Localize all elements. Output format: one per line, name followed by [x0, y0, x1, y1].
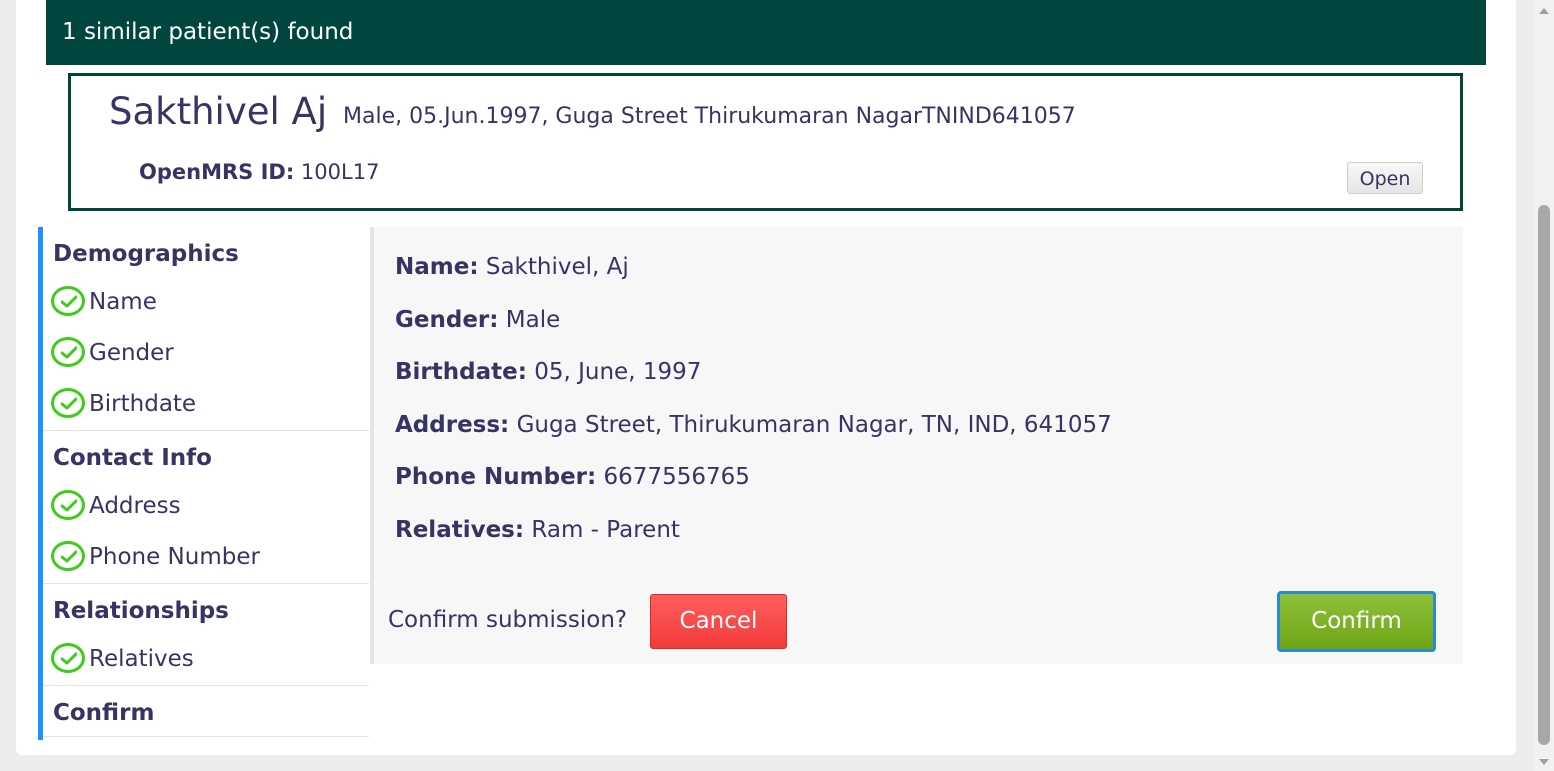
summary-relatives-value: Ram - Parent [531, 517, 680, 543]
sidebar-item-label: Phone Number [89, 544, 260, 570]
summary-birthdate: Birthdate: 05, June, 1997 [395, 359, 701, 385]
summary-gender: Gender: Male [395, 307, 560, 333]
open-patient-button[interactable]: Open [1347, 162, 1423, 194]
summary-address-value: Guga Street, Thirukumaran Nagar, TN, IND… [516, 412, 1112, 438]
scroll-up-arrow-icon[interactable] [1539, 8, 1549, 14]
summary-phone-label: Phone Number: [395, 464, 597, 490]
check-circle-icon [51, 489, 85, 520]
section-title-contact-info[interactable]: Contact Info [43, 431, 369, 481]
summary-address: Address: Guga Street, Thirukumaran Nagar… [395, 412, 1112, 438]
similar-patients-banner: 1 similar patient(s) found [46, 0, 1486, 65]
sidebar-item-label: Gender [89, 340, 174, 366]
section-title-demographics[interactable]: Demographics [43, 227, 369, 277]
summary-address-label: Address: [395, 412, 510, 438]
patient-id-label: OpenMRS ID: [139, 160, 295, 184]
summary-name: Name: Sakthivel, Aj [395, 254, 629, 280]
banner-text: 1 similar patient(s) found [62, 19, 354, 45]
form-navigation-sidebar: Demographics Name Gender Birthdate Conta… [38, 227, 369, 740]
cancel-button[interactable]: Cancel [650, 594, 787, 649]
summary-birthdate-label: Birthdate: [395, 359, 527, 385]
scrollbar-thumb[interactable] [1538, 205, 1550, 745]
check-circle-icon [51, 642, 85, 673]
confirm-question: Confirm submission? [388, 607, 628, 633]
sidebar-item-label: Relatives [89, 646, 194, 672]
summary-name-value: Sakthivel, Aj [485, 254, 629, 280]
sidebar-item-gender[interactable]: Gender [43, 328, 369, 379]
section-title-relationships[interactable]: Relationships [43, 584, 369, 634]
check-circle-icon [51, 285, 85, 316]
page-scrollbar[interactable] [1534, 0, 1554, 771]
sidebar-item-label: Birthdate [89, 391, 197, 417]
section-contact-info: Contact Info Address Phone Number [43, 431, 369, 584]
patient-id-value: 100L17 [300, 160, 380, 184]
sidebar-item-birthdate[interactable]: Birthdate [43, 379, 369, 430]
summary-gender-label: Gender: [395, 307, 499, 333]
confirm-summary-panel: Name: Sakthivel, Aj Gender: Male Birthda… [370, 227, 1463, 664]
scroll-down-arrow-icon[interactable] [1539, 759, 1549, 765]
sidebar-item-label: Name [89, 289, 157, 315]
section-relationships: Relationships Relatives [43, 584, 369, 686]
sidebar-item-phone-number[interactable]: Phone Number [43, 532, 369, 583]
summary-gender-value: Male [505, 307, 561, 333]
confirm-button[interactable]: Confirm [1277, 591, 1436, 652]
section-title-confirm[interactable]: Confirm [43, 686, 369, 736]
summary-relatives-label: Relatives: [395, 517, 525, 543]
summary-phone: Phone Number: 6677556765 [395, 464, 750, 490]
patient-info: Male, 05.Jun.1997, Guga Street Thirukuma… [343, 104, 1076, 129]
check-circle-icon [51, 387, 85, 418]
section-demographics: Demographics Name Gender Birthdate [43, 227, 369, 431]
sidebar-item-relatives[interactable]: Relatives [43, 634, 369, 685]
summary-name-label: Name: [395, 254, 479, 280]
sidebar-item-address[interactable]: Address [43, 481, 369, 532]
patient-name: Sakthivel Aj [109, 90, 328, 133]
check-circle-icon [51, 540, 85, 571]
summary-phone-value: 6677556765 [603, 464, 750, 490]
similar-patient-card: Sakthivel Aj Male, 05.Jun.1997, Guga Str… [68, 73, 1463, 211]
sidebar-item-label: Address [89, 493, 181, 519]
check-circle-icon [51, 336, 85, 367]
patient-id: OpenMRS ID: 100L17 [139, 160, 379, 184]
section-confirm: Confirm [43, 686, 369, 737]
sidebar-item-name[interactable]: Name [43, 277, 369, 328]
summary-birthdate-value: 05, June, 1997 [534, 359, 702, 385]
summary-relatives: Relatives: Ram - Parent [395, 517, 680, 543]
